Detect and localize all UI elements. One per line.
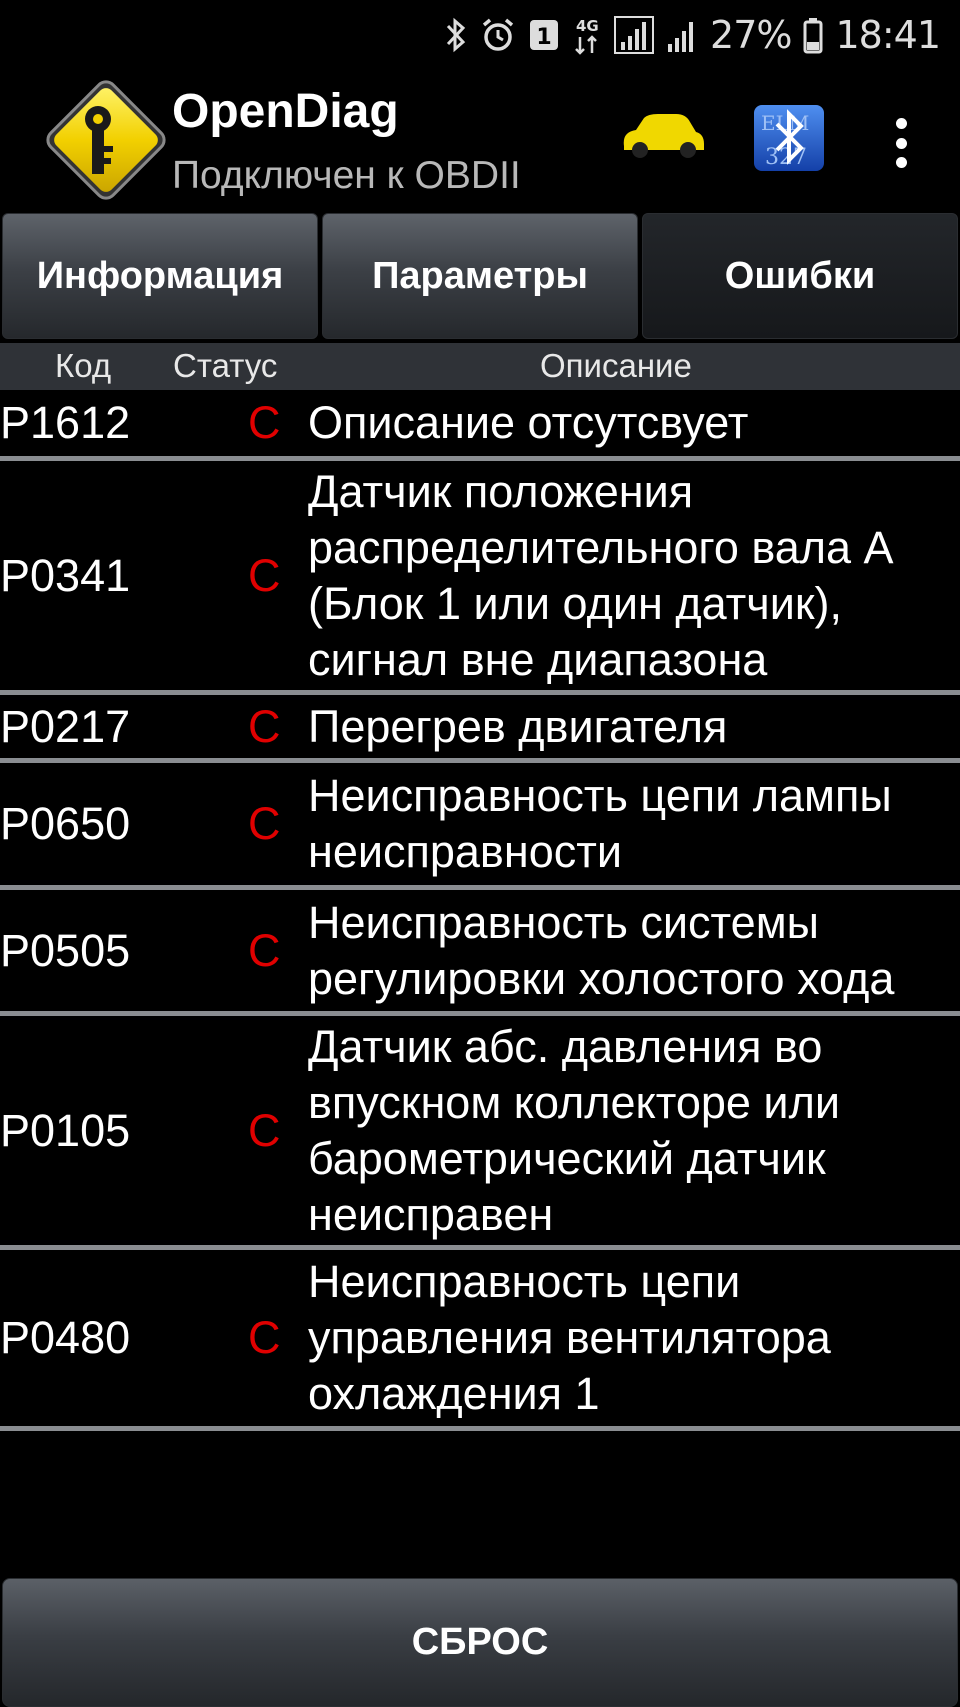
error-list[interactable]: P1612 C Описание отсутсвует P0341 C Датч…: [0, 390, 960, 1431]
error-status: C: [248, 924, 281, 976]
network-type-text: 4G: [576, 17, 599, 35]
status-bar: 1 4G 27% 18:41: [0, 0, 960, 70]
app-title: OpenDiag: [172, 85, 399, 138]
column-header-code: Код: [55, 347, 112, 384]
tab-parameters[interactable]: Параметры: [322, 213, 638, 339]
tab-information[interactable]: Информация: [2, 213, 318, 339]
menu-dot: [895, 137, 907, 149]
sim-badge-icon: 1: [528, 17, 560, 53]
error-row[interactable]: P0341 C Датчик положения распределительн…: [0, 461, 960, 695]
key-diamond-logo-icon: [40, 74, 172, 206]
error-status: C: [248, 700, 281, 752]
error-row[interactable]: P1612 C Описание отсутсвует: [0, 390, 960, 461]
table-header: Код Статус Описание: [0, 343, 960, 390]
error-code: P1612: [0, 397, 131, 448]
car-icon[interactable]: [618, 110, 706, 162]
error-description: Описание отсутсвует: [308, 397, 749, 448]
error-description: Датчик положения распределительного вала…: [308, 465, 892, 685]
error-code: P0105: [0, 1104, 131, 1156]
error-code: P0505: [0, 924, 131, 976]
elm327-bluetooth-icon[interactable]: ELM 327: [753, 104, 825, 172]
error-code: P0480: [0, 1312, 131, 1363]
error-row[interactable]: P0105 C Датчик абс. давления во впускном…: [0, 1016, 960, 1250]
sim-badge-text: 1: [536, 25, 551, 50]
error-code: P0341: [0, 549, 131, 601]
tab-errors[interactable]: Ошибки: [642, 213, 958, 339]
error-code: P0217: [0, 700, 131, 752]
error-description: Перегрев двигателя: [308, 700, 728, 752]
bluetooth-icon: [444, 17, 468, 53]
error-status: C: [248, 1312, 281, 1363]
error-row[interactable]: P0505 C Неисправность системы регулировк…: [0, 890, 960, 1016]
clock: 18:41: [835, 13, 941, 57]
error-status: C: [248, 798, 281, 849]
column-header-description: Описание: [540, 347, 692, 384]
reset-button[interactable]: СБРОС: [2, 1578, 958, 1707]
error-description: Неисправность системы регулировки холост…: [308, 896, 895, 1004]
battery-icon: [803, 16, 823, 54]
error-row[interactable]: P0480 C Неисправность цепи управления ве…: [0, 1250, 960, 1431]
error-status: C: [248, 549, 281, 601]
error-code: P0650: [0, 798, 131, 849]
error-status: C: [248, 1104, 281, 1156]
error-description: Неисправность цепи управления вентилятор…: [308, 1256, 831, 1419]
tab-bar: Информация Параметры Ошибки: [0, 213, 960, 339]
error-row[interactable]: P0217 C Перегрев двигателя: [0, 695, 960, 763]
error-status: C: [248, 397, 281, 448]
menu-dot: [895, 118, 907, 129]
menu-dot: [895, 157, 907, 168]
more-vert-icon[interactable]: [884, 118, 918, 168]
signal-sim2-icon: [666, 16, 698, 54]
column-header-status: Статус: [173, 347, 278, 384]
signal-sim1-icon: [614, 16, 655, 54]
error-description: Датчик абс. давления во впускном коллект…: [308, 1020, 840, 1240]
alarm-icon: [480, 17, 516, 53]
error-description: Неисправность цепи лампы неисправности: [308, 770, 892, 877]
app-bar: OpenDiag Подключен к OBDII ELM 327: [0, 70, 960, 210]
network-4g-icon: 4G: [572, 15, 602, 55]
connection-status: Подключен к OBDII: [172, 154, 521, 197]
error-row[interactable]: P0650 C Неисправность цепи лампы неиспра…: [0, 763, 960, 890]
battery-percent: 27%: [710, 13, 792, 57]
